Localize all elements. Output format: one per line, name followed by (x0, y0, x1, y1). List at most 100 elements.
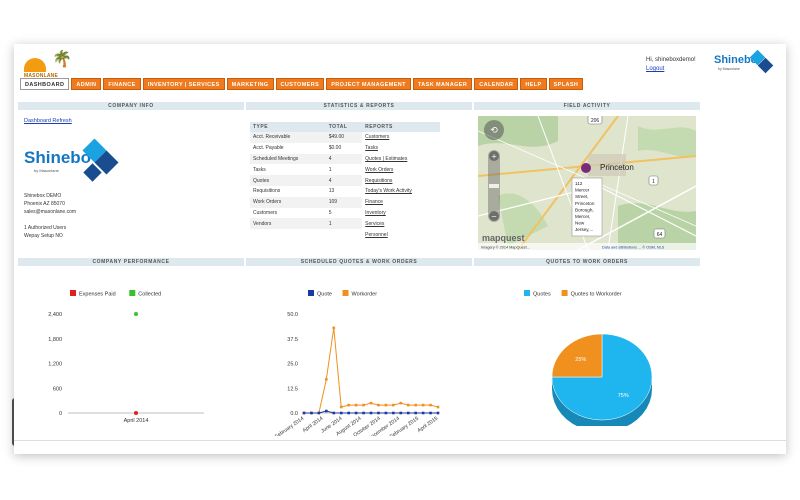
dashboard-refresh-link[interactable]: Dashboard Refresh (24, 118, 72, 124)
data-point-workorder[interactable] (325, 378, 328, 381)
nav-tab-customers[interactable]: CUSTOMERS (275, 78, 325, 90)
data-point-quote[interactable] (421, 411, 425, 415)
map-canvas[interactable]: ⟲ + − Princeton 206 1 64 112 MercerStreet… (478, 116, 696, 250)
column-header-type: TYPE (250, 122, 326, 132)
data-point-quote[interactable] (369, 411, 373, 415)
data-point-quote[interactable] (392, 411, 395, 415)
legend-swatch[interactable] (342, 290, 349, 296)
nav-tab-inventory-services[interactable]: INVENTORY | SERVICES (142, 78, 225, 90)
scheduled-quotes-chart: Quote Workorder 50.0 37.5 25.0 12.5 0.0Februar… (274, 290, 440, 436)
data-point-workorder[interactable] (414, 403, 417, 407)
data-point-quote[interactable] (429, 411, 432, 415)
pie-slice-quotes-to-workorder[interactable] (551, 333, 603, 378)
report-link[interactable]: Inventory (362, 208, 440, 219)
data-point-workorder[interactable] (347, 403, 350, 407)
report-link[interactable]: Requisitions (362, 175, 440, 186)
location-marker-icon[interactable] (581, 163, 591, 173)
data-point-quote[interactable] (377, 411, 380, 415)
table-row: Scheduled Meetings 4 Quotes | Estimates (250, 153, 440, 165)
data-point-workorder[interactable] (332, 326, 336, 330)
nav-tab-marketing[interactable]: MARKETING (226, 78, 274, 90)
legend-swatch[interactable] (129, 290, 136, 296)
masonlane-logo[interactable]: 🌴 MASONLANE (22, 52, 78, 79)
field-activity-map[interactable]: ⟲ + − Princeton 206 1 64 112 Mercer Street… (478, 116, 696, 250)
data-point-quote[interactable] (310, 411, 313, 415)
data-point-workorder[interactable] (354, 403, 358, 407)
map-footer-left: Imagery © 2014 MapQuest... (481, 246, 530, 250)
data-point-workorder[interactable] (429, 403, 432, 407)
map-footer-right[interactable]: Data and attributions ... © OSM, NLS (602, 246, 665, 250)
data-point-workorder[interactable] (421, 403, 425, 407)
data-point-quote[interactable] (332, 411, 336, 415)
nav-tab-help[interactable]: HELP (520, 78, 547, 90)
report-link[interactable]: Work Orders (362, 164, 440, 175)
nav-tab-calendar[interactable]: CALENDAR (474, 78, 519, 90)
legend-label: Quotes (533, 292, 551, 298)
data-point-quote[interactable] (414, 411, 417, 415)
nav-tab-project-management[interactable]: PROJECT MANAGEMENT (326, 78, 411, 90)
report-link[interactable]: Quotes | Estimates (362, 154, 440, 165)
nav-tab-splash[interactable]: SPLASH (548, 78, 584, 90)
page-bottom-divider (14, 440, 786, 441)
report-link[interactable]: Personnel (362, 229, 440, 240)
data-point-quote[interactable] (325, 409, 328, 413)
sun-icon (24, 58, 46, 72)
y-tick-label: 2,400 (48, 312, 62, 318)
statistics-table: TYPE TOTAL REPORTS Acct. Receivable $49.0… (250, 122, 440, 240)
nav-tab-task-manager[interactable]: TASK MANAGER (412, 78, 473, 90)
report-link[interactable]: Services (362, 218, 440, 229)
report-link[interactable]: Finance (362, 197, 440, 208)
legend-swatch[interactable] (524, 290, 530, 296)
nav-tab-finance[interactable]: FINANCE (103, 78, 141, 90)
scheduled-quotes-header: SCHEDULED QUOTES & WORK ORDERS (246, 258, 472, 266)
data-point-quote[interactable] (436, 411, 440, 415)
legend-swatch[interactable] (70, 290, 76, 296)
report-link[interactable]: Today's Work Activity (362, 186, 440, 197)
pie-slice-label: 75% (618, 393, 629, 399)
y-tick-label: 37.5 (287, 337, 298, 343)
data-point-quote[interactable] (317, 411, 321, 415)
legend-swatch[interactable] (561, 290, 568, 296)
table-row: Requisitions 13 Today's Work Activity (250, 186, 440, 197)
report-link[interactable]: Customers (362, 132, 440, 143)
x-tick-label: February 2014 (274, 416, 305, 436)
data-point-workorder[interactable] (362, 403, 365, 407)
y-tick-label: 0 (59, 411, 62, 417)
logout-link[interactable]: Logout (646, 65, 696, 74)
table-cell-total: $0.00 (328, 145, 342, 152)
data-point-workorder[interactable] (339, 405, 343, 409)
data-point-quote[interactable] (362, 411, 365, 415)
data-point-workorder[interactable] (399, 401, 403, 405)
shinebox-logo[interactable]: Shinebo by Masonlane (714, 49, 774, 78)
nav-tab-admin[interactable]: ADMIN (71, 78, 102, 90)
data-point-workorder[interactable] (436, 405, 440, 409)
data-point-quote[interactable] (302, 411, 306, 415)
popup-line: New (575, 221, 585, 226)
table-row: Quotes 4 Requisitions (250, 175, 440, 186)
company-detail-line: sales@masonlane.com (24, 209, 77, 215)
company-detail-line: 1 Authorized Users (24, 225, 67, 231)
data-point-quote[interactable] (339, 411, 343, 415)
legend-swatch[interactable] (308, 290, 314, 296)
data-point-quote[interactable] (347, 411, 350, 415)
table-cell-type: Tasks (253, 166, 266, 173)
y-tick-label: 600 (53, 386, 62, 392)
data-point-quote[interactable] (399, 411, 403, 415)
data-point-quote[interactable] (406, 411, 410, 415)
data-point-quote[interactable] (354, 411, 358, 415)
field-activity-header: FIELD ACTIVITY (474, 102, 700, 110)
data-point-quote[interactable] (384, 411, 388, 415)
table-cell-total: 1 (325, 218, 363, 230)
popup-line: Princeton (575, 201, 595, 206)
data-point-workorder[interactable] (377, 403, 380, 407)
data-point-workorder[interactable] (406, 403, 410, 407)
report-link[interactable]: Tasks (362, 143, 440, 154)
y-tick-label: 25.0 (287, 362, 298, 368)
data-point-expenses-paid[interactable] (134, 411, 138, 415)
data-point-workorder[interactable] (369, 401, 373, 405)
data-point-workorder[interactable] (384, 403, 388, 407)
data-point-workorder[interactable] (392, 403, 395, 407)
nav-tab-dashboard[interactable]: DASHBOARD (20, 78, 70, 90)
data-point-collected[interactable] (134, 312, 138, 316)
zoom-slider-thumb[interactable] (489, 184, 499, 188)
